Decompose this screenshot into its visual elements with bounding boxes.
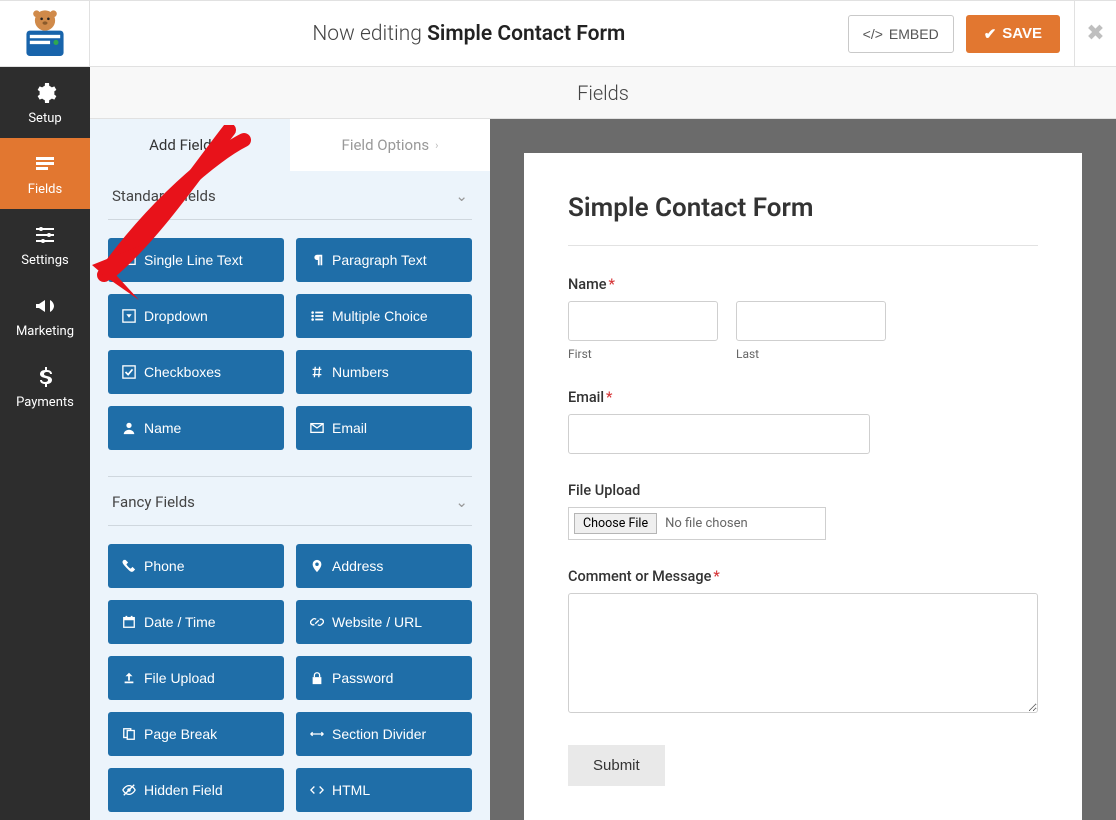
email-input[interactable] xyxy=(568,414,870,454)
field-name[interactable]: Name xyxy=(108,406,284,450)
submit-button[interactable]: Submit xyxy=(568,745,665,786)
embed-button[interactable]: </> EMBED xyxy=(848,15,954,53)
chevron-down-icon: ▾ xyxy=(225,139,231,152)
form-field-name[interactable]: Name* First Last xyxy=(568,276,1038,361)
choose-file-button[interactable]: Choose File xyxy=(574,513,657,534)
lock-icon xyxy=(310,671,324,685)
files-icon xyxy=(122,727,136,741)
form-field-file-upload[interactable]: File Upload Choose File No file chosen xyxy=(568,482,1038,540)
main-header: Fields xyxy=(90,67,1116,119)
field-section-divider[interactable]: Section Divider xyxy=(296,712,472,756)
last-name-sublabel: Last xyxy=(736,347,886,361)
caret-square-icon xyxy=(122,309,136,323)
preview-panel: Simple Contact Form Name* First Last xyxy=(490,119,1116,820)
text-cursor-icon xyxy=(122,253,136,267)
nav-setup[interactable]: Setup xyxy=(0,67,90,138)
tab-add-fields[interactable]: Add Fields ▾ xyxy=(90,119,290,171)
field-html[interactable]: HTML xyxy=(296,768,472,812)
nav-fields[interactable]: Fields xyxy=(0,138,90,209)
field-phone[interactable]: Phone xyxy=(108,544,284,588)
tab-field-options[interactable]: Field Options › xyxy=(290,119,490,171)
last-name-input[interactable] xyxy=(736,301,886,341)
nav-settings[interactable]: Settings xyxy=(0,209,90,280)
form-field-comment[interactable]: Comment or Message* xyxy=(568,568,1038,717)
save-button[interactable]: ✔ SAVE xyxy=(966,15,1060,53)
nav-marketing[interactable]: Marketing xyxy=(0,280,90,351)
form-field-email[interactable]: Email* xyxy=(568,389,1038,454)
link-icon xyxy=(310,615,324,629)
wpforms-logo-icon xyxy=(18,7,72,61)
paragraph-icon xyxy=(310,253,324,267)
chevron-down-icon: ⌄ xyxy=(455,493,468,511)
field-email[interactable]: Email xyxy=(296,406,472,450)
phone-icon xyxy=(122,559,136,573)
check-square-icon xyxy=(122,365,136,379)
first-name-sublabel: First xyxy=(568,347,718,361)
map-marker-icon xyxy=(310,559,324,573)
chevron-right-icon: › xyxy=(435,139,438,152)
arrows-h-icon xyxy=(310,727,324,741)
group-standard-fields[interactable]: Standard Fields ⌄ xyxy=(108,171,472,220)
user-icon xyxy=(122,421,136,435)
field-numbers[interactable]: Numbers xyxy=(296,350,472,394)
file-input[interactable]: Choose File No file chosen xyxy=(568,507,826,540)
no-file-text: No file chosen xyxy=(665,516,748,531)
comment-textarea[interactable] xyxy=(568,593,1038,713)
field-single-line-text[interactable]: Single Line Text xyxy=(108,238,284,282)
field-hidden-field[interactable]: Hidden Field xyxy=(108,768,284,812)
eye-slash-icon xyxy=(122,783,136,797)
sliders-icon xyxy=(33,223,57,247)
nav-payments[interactable]: Payments xyxy=(0,351,90,422)
field-dropdown[interactable]: Dropdown xyxy=(108,294,284,338)
field-website-url[interactable]: Website / URL xyxy=(296,600,472,644)
chevron-down-icon: ⌄ xyxy=(455,187,468,205)
field-file-upload[interactable]: File Upload xyxy=(108,656,284,700)
gear-icon xyxy=(33,81,57,105)
field-multiple-choice[interactable]: Multiple Choice xyxy=(296,294,472,338)
left-nav: Setup Fields Settings Marketing Payments xyxy=(0,67,90,820)
group-fancy-fields[interactable]: Fancy Fields ⌄ xyxy=(108,477,472,526)
form-icon xyxy=(33,152,57,176)
app-logo xyxy=(0,0,90,67)
bullhorn-icon xyxy=(33,294,57,318)
code-icon xyxy=(310,783,324,797)
first-name-input[interactable] xyxy=(568,301,718,341)
form-title: Simple Contact Form xyxy=(568,193,1038,246)
code-icon: </> xyxy=(863,26,883,42)
close-button[interactable]: ✖ xyxy=(1074,0,1116,67)
check-icon: ✔ xyxy=(984,25,997,43)
field-page-break[interactable]: Page Break xyxy=(108,712,284,756)
field-date-time[interactable]: Date / Time xyxy=(108,600,284,644)
field-password[interactable]: Password xyxy=(296,656,472,700)
field-checkboxes[interactable]: Checkboxes xyxy=(108,350,284,394)
hashtag-icon xyxy=(310,365,324,379)
field-address[interactable]: Address xyxy=(296,544,472,588)
upload-icon xyxy=(122,671,136,685)
dollar-icon xyxy=(33,365,57,389)
field-paragraph-text[interactable]: Paragraph Text xyxy=(296,238,472,282)
calendar-icon xyxy=(122,615,136,629)
close-icon: ✖ xyxy=(1086,21,1104,46)
envelope-icon xyxy=(310,421,324,435)
list-ul-icon xyxy=(310,309,324,323)
fields-panel: Add Fields ▾ Field Options › Standard Fi… xyxy=(90,119,490,820)
page-title: Now editing Simple Contact Form xyxy=(90,22,848,46)
